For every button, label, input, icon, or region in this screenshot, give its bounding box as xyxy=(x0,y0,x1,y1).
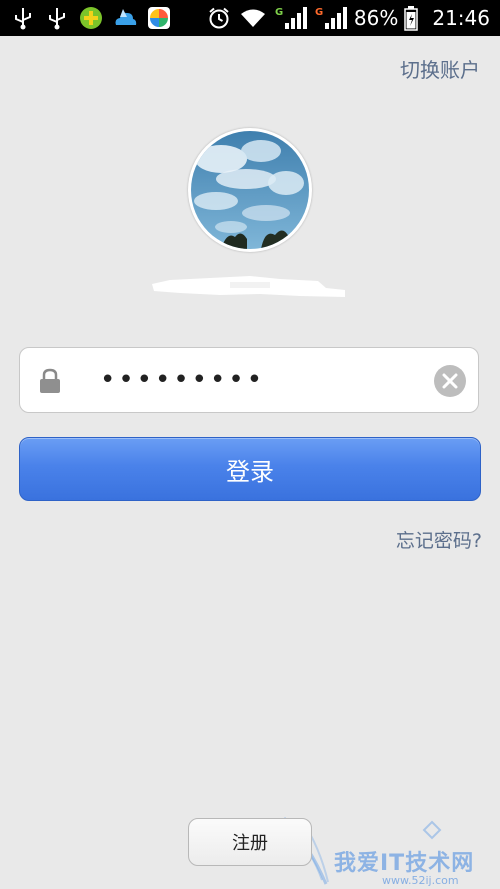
alarm-icon xyxy=(206,5,232,31)
status-bar-right: G G 86% 21:46 xyxy=(206,4,490,32)
watermark-subtext: www.52ij.com xyxy=(382,874,459,887)
battery-percent: 86% xyxy=(353,6,399,30)
password-field[interactable]: ••••••••• xyxy=(19,347,479,413)
register-button-label: 注册 xyxy=(232,833,268,854)
weather-cloud-icon xyxy=(112,5,138,31)
network-type-label: G xyxy=(275,7,283,18)
signal-g-icon: G xyxy=(274,5,308,31)
avatar xyxy=(188,128,312,252)
app-colorful-icon xyxy=(146,5,172,31)
app-green-plus-icon xyxy=(78,5,104,31)
avatar-image xyxy=(191,131,309,249)
status-bar: G G 86% 21:46 xyxy=(0,0,500,36)
battery-icon xyxy=(404,5,419,31)
switch-account-link[interactable]: 切换账户 xyxy=(400,54,480,83)
usb-icon xyxy=(10,5,36,31)
signal-g-icon: G xyxy=(314,5,348,31)
login-button-label: 登录 xyxy=(226,457,274,486)
clock: 21:46 xyxy=(432,6,490,30)
usb-icon xyxy=(44,5,70,31)
watermark-text: 我爱IT技术网 xyxy=(334,851,475,876)
clear-icon[interactable] xyxy=(434,365,466,397)
lock-icon xyxy=(38,368,62,394)
svg-text:G: G xyxy=(315,7,323,18)
wifi-icon xyxy=(238,5,268,31)
watermark-logo: 我爱IT技术网 www.52ij.com xyxy=(282,812,500,889)
status-bar-left-icons xyxy=(10,5,172,31)
forgot-password-link[interactable]: 忘记密码? xyxy=(396,526,482,553)
login-button[interactable]: 登录 xyxy=(19,437,481,501)
register-button[interactable]: 注册 xyxy=(188,818,312,866)
password-input-value[interactable]: ••••••••• xyxy=(100,362,265,398)
username-redacted xyxy=(150,270,346,298)
